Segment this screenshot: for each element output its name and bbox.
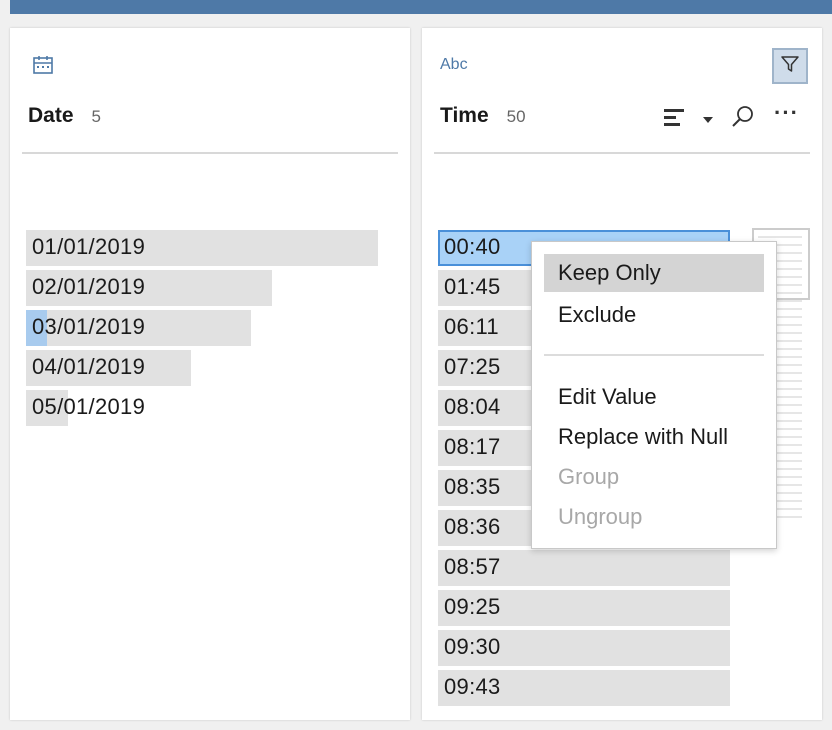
caret-down-icon[interactable] xyxy=(702,112,714,130)
value-label: 06:11 xyxy=(444,314,499,339)
menu-exclude[interactable]: Exclude xyxy=(544,296,764,334)
value-label: 08:35 xyxy=(444,474,501,499)
filter-icon xyxy=(780,54,800,79)
value-label: 07:25 xyxy=(444,354,501,379)
value-label: 05/01/2019 xyxy=(32,394,146,419)
value-label: 08:17 xyxy=(444,434,501,459)
value-label: 01/01/2019 xyxy=(32,234,146,259)
value-label: 02/01/2019 xyxy=(32,274,146,299)
header-divider xyxy=(22,152,398,154)
menu-edit-value[interactable]: Edit Value xyxy=(544,378,764,416)
string-type-icon: Abc xyxy=(440,56,468,73)
value-label: 09:25 xyxy=(444,594,501,619)
value-label: 01:45 xyxy=(444,274,501,299)
date-field-header: Date 5 xyxy=(28,104,101,128)
value-label: 09:43 xyxy=(444,674,501,699)
value-label: 08:36 xyxy=(444,514,501,539)
header-divider xyxy=(434,152,810,154)
calendar-icon xyxy=(32,54,54,81)
menu-separator xyxy=(544,354,764,356)
top-accent-bar xyxy=(10,0,832,14)
menu-group: Group xyxy=(558,464,620,489)
field-count: 50 xyxy=(506,107,526,126)
filter-button[interactable] xyxy=(772,48,808,84)
time-field-header: Time 50 xyxy=(440,104,526,128)
overview-line xyxy=(758,236,802,238)
context-menu: Keep Only Exclude Edit Value Replace wit… xyxy=(531,241,777,549)
value-label: 04/01/2019 xyxy=(32,354,146,379)
menu-ungroup: Ungroup xyxy=(558,504,643,529)
value-label: 00:40 xyxy=(444,234,501,259)
date-profile-card: Date 5 01/01/2019 02/01/2019 03/01/2019 04/… xyxy=(10,28,410,720)
field-name: Time xyxy=(440,104,489,127)
menu-keep-only[interactable]: Keep Only xyxy=(544,254,764,292)
value-label: 08:57 xyxy=(444,554,501,579)
value-label: 08:04 xyxy=(444,394,501,419)
search-icon[interactable] xyxy=(730,104,756,135)
field-name: Date xyxy=(28,104,74,127)
value-label: 03/01/2019 xyxy=(32,314,146,339)
field-count: 5 xyxy=(91,107,101,126)
menu-replace-with-null[interactable]: Replace with Null xyxy=(544,418,764,456)
value-label: 09:30 xyxy=(444,634,501,659)
sort-icon[interactable] xyxy=(664,108,686,133)
more-icon[interactable]: ··· xyxy=(774,100,799,126)
